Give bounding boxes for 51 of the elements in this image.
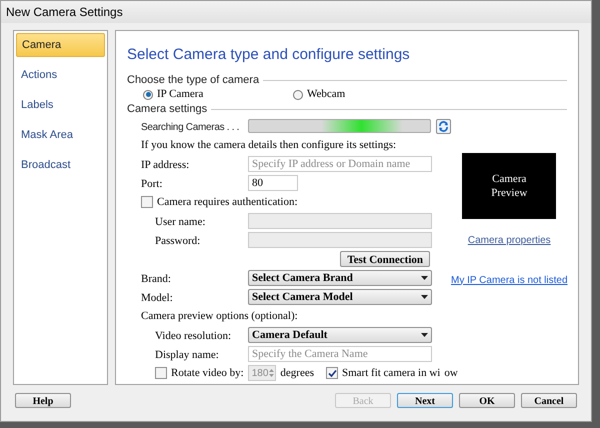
sidebar-item[interactable]: Labels <box>16 93 105 117</box>
field-label: Display name: <box>155 349 219 361</box>
dialog-button[interactable]: OK <box>459 393 515 408</box>
checkbox[interactable] <box>141 196 153 208</box>
radio-label: IP Camera <box>157 87 204 102</box>
dropdown[interactable]: Select Camera Model <box>248 289 432 305</box>
window-title: New Camera Settings <box>6 4 123 21</box>
dialog-button[interactable]: Next <box>397 393 453 408</box>
camera-not-listed-link[interactable]: My IP Camera is not listed <box>451 272 568 288</box>
field-label: IP address: <box>141 159 190 171</box>
group-label: Camera settings <box>127 102 208 117</box>
test-connection-button[interactable]: Test Connection <box>340 251 430 267</box>
field-label: Brand: <box>141 273 171 285</box>
field-label: User name: <box>155 216 206 228</box>
field-label: Video resolution: <box>155 330 232 342</box>
sidebar-item[interactable]: Camera <box>16 33 105 57</box>
spinner-arrows-icon <box>268 367 276 379</box>
checkbox-label: Smart fit camera in wi <box>342 366 440 381</box>
caret-icon <box>421 295 428 299</box>
checkbox-label: Rotate video by: <box>171 366 244 381</box>
sidebar-item[interactable]: Actions <box>16 63 105 87</box>
page-heading: Select Camera type and configure settings <box>127 45 411 65</box>
checkmark-icon <box>328 368 336 378</box>
port-field[interactable]: 80 <box>248 175 298 191</box>
sidebar-item[interactable]: Mask Area <box>16 123 105 147</box>
section-label: Camera preview options (optional): <box>141 308 298 324</box>
preview-text: Preview <box>491 186 528 200</box>
dialog-button[interactable]: Help <box>15 393 71 408</box>
field-label: Port: <box>141 178 162 190</box>
hint-text: If you know the camera details then configure its settings: <box>141 138 396 153</box>
checkbox-label: Camera requires authentication: <box>157 194 298 210</box>
radio-label: Webcam <box>307 87 346 102</box>
caret-icon <box>421 333 428 337</box>
radio-button[interactable] <box>143 90 153 100</box>
field-label: Model: <box>141 292 173 304</box>
sidebar-item[interactable]: Broadcast <box>16 153 105 177</box>
group-label: Choose the type of camera <box>127 72 260 88</box>
dropdown[interactable]: Select Camera Brand <box>248 270 432 286</box>
field-label: Password: <box>155 235 200 247</box>
preview-text: Camera <box>492 172 526 186</box>
dropdown[interactable]: Camera Default <box>248 327 432 343</box>
refresh-icon <box>438 120 449 132</box>
dialog-button[interactable]: Cancel <box>521 393 577 408</box>
unit-label: degrees <box>280 366 314 381</box>
checkbox-label: ow <box>444 366 458 381</box>
camera-properties-link[interactable]: Camera properties <box>468 232 551 248</box>
refresh-button[interactable] <box>436 118 451 134</box>
search-status: Searching Cameras . . . <box>141 122 240 133</box>
radio-button[interactable] <box>293 90 303 100</box>
caret-icon <box>421 276 428 280</box>
checkbox[interactable] <box>326 367 338 379</box>
